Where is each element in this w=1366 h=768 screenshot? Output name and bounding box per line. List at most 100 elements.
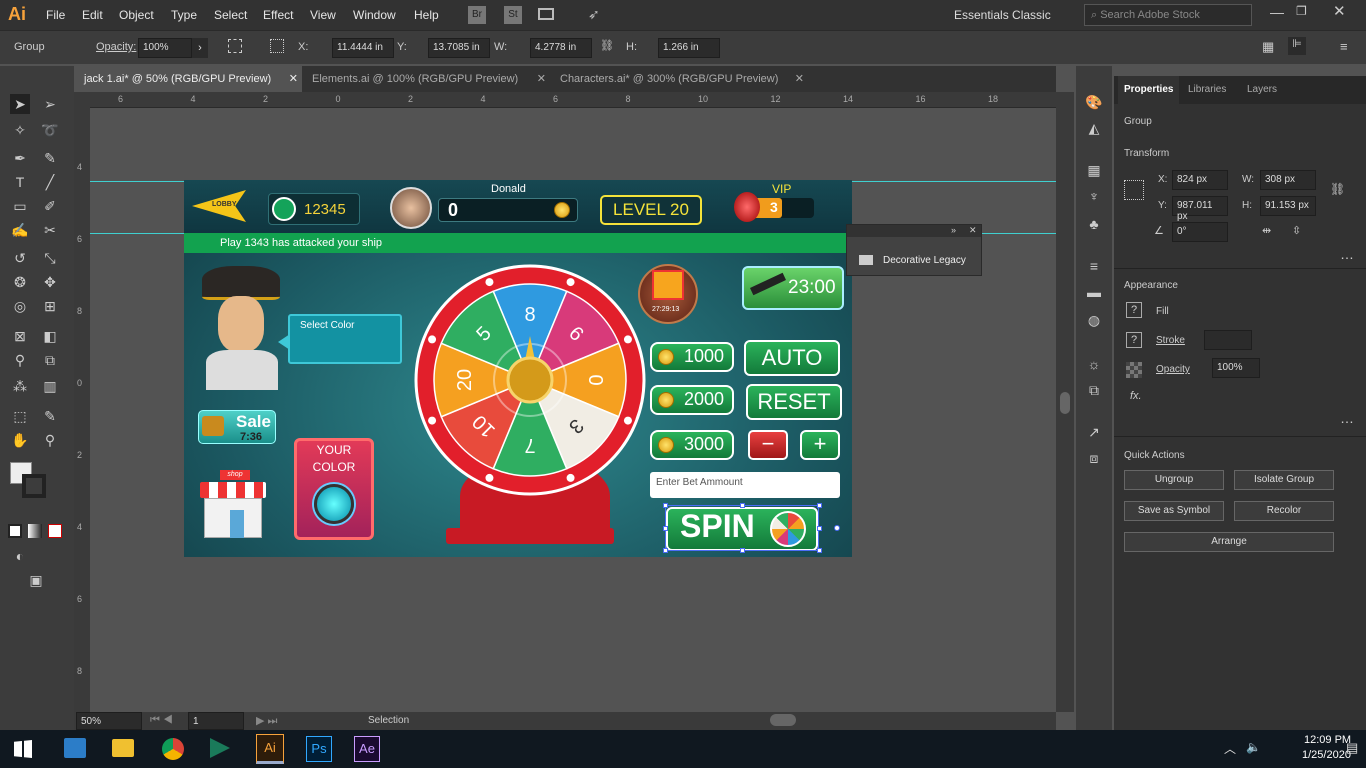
menu-type[interactable]: Type [171, 8, 197, 22]
rectangle-tool-icon[interactable]: ▭ [10, 196, 30, 216]
transparency-panel-icon[interactable]: ◍ [1084, 310, 1104, 330]
clock-date[interactable]: 1/25/2020 [1302, 749, 1351, 761]
opacity-field[interactable]: 100% [1212, 358, 1260, 378]
zoom-field[interactable]: 50% [76, 712, 142, 730]
gradient-mode-button[interactable] [28, 524, 42, 538]
file-explorer-icon[interactable] [112, 739, 134, 757]
export-panel-icon[interactable]: ↗ [1084, 422, 1104, 442]
close-tab-icon[interactable]: ✕ [289, 72, 298, 85]
none-mode-button[interactable] [48, 524, 62, 538]
color-picker-orb[interactable] [314, 484, 354, 524]
tray-chevron-icon[interactable]: ︿ [1224, 740, 1236, 757]
hand-tool-icon[interactable]: ✋ [10, 430, 30, 450]
align-selection-icon[interactable] [228, 39, 242, 53]
clock-time[interactable]: 12:09 PM [1304, 734, 1351, 746]
slice-tool-icon[interactable]: ✎ [40, 406, 60, 426]
artboard-tool-icon[interactable]: ⬚ [10, 406, 30, 426]
menu-window[interactable]: Window [353, 8, 396, 22]
shape-builder-tool-icon[interactable]: ◎ [10, 296, 30, 316]
menu-view[interactable]: View [310, 8, 336, 22]
recolor-button[interactable]: Recolor [1234, 501, 1334, 521]
player-avatar[interactable] [390, 187, 432, 229]
vscode-like-icon[interactable] [210, 738, 230, 758]
stroke-swatch[interactable] [22, 474, 46, 498]
blend-tool-icon[interactable]: ⧉ [40, 350, 60, 370]
swatches-panel-icon[interactable]: ▦ [1084, 160, 1104, 180]
game-artboard[interactable]: LOBBY 12345 Donald 0 LEVEL 20 VIP 3 Play… [184, 180, 852, 557]
minimize-window-icon[interactable]: — [1270, 4, 1284, 20]
type-tool-icon[interactable]: T [10, 172, 30, 192]
fill-swatch[interactable]: ? [1126, 302, 1142, 318]
panel-title[interactable]: Decorative Legacy [883, 255, 966, 266]
line-tool-icon[interactable]: ╱ [40, 172, 60, 192]
workspace-switcher[interactable]: Essentials Classic [954, 8, 1051, 22]
stock-button[interactable]: St [504, 6, 522, 24]
isolate-group-button[interactable]: Isolate Group [1234, 470, 1334, 490]
brushes-panel-icon[interactable]: ♆ [1084, 186, 1104, 206]
aftereffects-taskbar-icon[interactable]: Ae [354, 736, 380, 762]
tab-jack[interactable]: jack 1.ai* @ 50% (RGB/GPU Preview) ✕ [74, 66, 302, 92]
artboard-field[interactable]: 1 [188, 712, 244, 730]
windows-start-icon[interactable] [14, 740, 32, 758]
eyedropper-tool-icon[interactable]: ⚲ [10, 350, 30, 370]
selection-handle[interactable] [740, 503, 745, 508]
gradient-tool-icon[interactable]: ◧ [40, 326, 60, 346]
x-field[interactable]: 824 px [1172, 170, 1228, 190]
ungroup-button[interactable]: Ungroup [1124, 470, 1224, 490]
photoshop-taskbar-icon[interactable]: Ps [306, 736, 332, 762]
w-field[interactable]: 308 px [1260, 170, 1316, 190]
reset-button[interactable]: RESET [746, 384, 842, 420]
constrain-proportions-icon[interactable]: ⛓ [600, 39, 614, 52]
close-tab-icon[interactable]: ✕ [537, 72, 546, 85]
selection-handle[interactable] [817, 526, 822, 531]
graphic-styles-panel-icon[interactable]: ⧉ [1084, 380, 1104, 400]
selection-handle[interactable] [663, 526, 668, 531]
rotate-tool-icon[interactable]: ↺ [10, 248, 30, 268]
tab-characters[interactable]: Characters.ai* @ 300% (RGB/GPU Preview) ✕ [550, 66, 808, 92]
reference-point-icon[interactable] [270, 39, 284, 53]
menu-effect[interactable]: Effect [263, 8, 293, 22]
align-panel-icon[interactable]: ⊫ [1288, 37, 1306, 55]
chrome-icon[interactable] [162, 738, 184, 760]
shop-building[interactable]: shop [200, 470, 266, 538]
stroke-swatch[interactable]: ? [1126, 332, 1142, 348]
selection-handle[interactable] [817, 503, 822, 508]
stroke-label[interactable]: Stroke [1156, 335, 1185, 346]
illustrator-taskbar-icon[interactable]: Ai [256, 734, 284, 764]
h-field[interactable]: 91.153 px [1260, 196, 1316, 216]
menu-object[interactable]: Object [119, 8, 154, 22]
bridge-button[interactable]: Br [468, 6, 486, 24]
decrease-bet-button[interactable]: − [748, 430, 788, 460]
tab-properties[interactable]: Properties [1118, 76, 1180, 104]
stroke-panel-icon[interactable]: ≡ [1084, 256, 1104, 276]
magic-wand-tool-icon[interactable]: ✧ [10, 120, 30, 140]
gradient-panel-icon[interactable]: ▬ [1084, 282, 1104, 302]
color-guide-panel-icon[interactable]: ◭ [1084, 118, 1104, 138]
restore-window-icon[interactable]: ❐ [1296, 4, 1307, 18]
constrain-icon[interactable]: ⛓ [1330, 182, 1345, 196]
paintbrush-tool-icon[interactable]: ✐ [40, 196, 60, 216]
selection-tool-icon[interactable]: ➤ [10, 94, 30, 114]
lasso-tool-icon[interactable]: ➰ [40, 120, 60, 140]
tab-layers[interactable]: Layers [1247, 84, 1277, 95]
menu-file[interactable]: File [46, 8, 65, 22]
selection-handle[interactable] [817, 548, 822, 553]
scissors-tool-icon[interactable]: ✂ [40, 220, 60, 240]
selection-bounding-box[interactable] [665, 505, 819, 551]
y-field[interactable]: 13.7085 in [428, 38, 490, 58]
selection-handle[interactable] [740, 548, 745, 553]
draw-normal-icon[interactable]: ◐ [10, 546, 30, 566]
warp-tool-icon[interactable]: ❂ [10, 272, 30, 292]
vertical-scrollbar[interactable] [1056, 92, 1074, 712]
y-field[interactable]: 987.011 px [1172, 196, 1228, 222]
appearance-panel-icon[interactable]: ☼ [1084, 354, 1104, 374]
x-field[interactable]: 11.4444 in [332, 38, 394, 58]
selection-handle[interactable] [663, 548, 668, 553]
perspective-grid-tool-icon[interactable]: ⊞ [40, 296, 60, 316]
h-field[interactable]: 1.266 in [658, 38, 720, 58]
tab-elements[interactable]: Elements.ai @ 100% (RGB/GPU Preview) ✕ [302, 66, 550, 92]
puppet-warp-tool-icon[interactable]: ✥ [40, 272, 60, 292]
bet-amount-input[interactable]: Enter Bet Ammount [650, 472, 840, 498]
gpu-performance-icon[interactable]: ➶ [588, 6, 600, 23]
reference-point-icon[interactable] [1124, 180, 1144, 200]
